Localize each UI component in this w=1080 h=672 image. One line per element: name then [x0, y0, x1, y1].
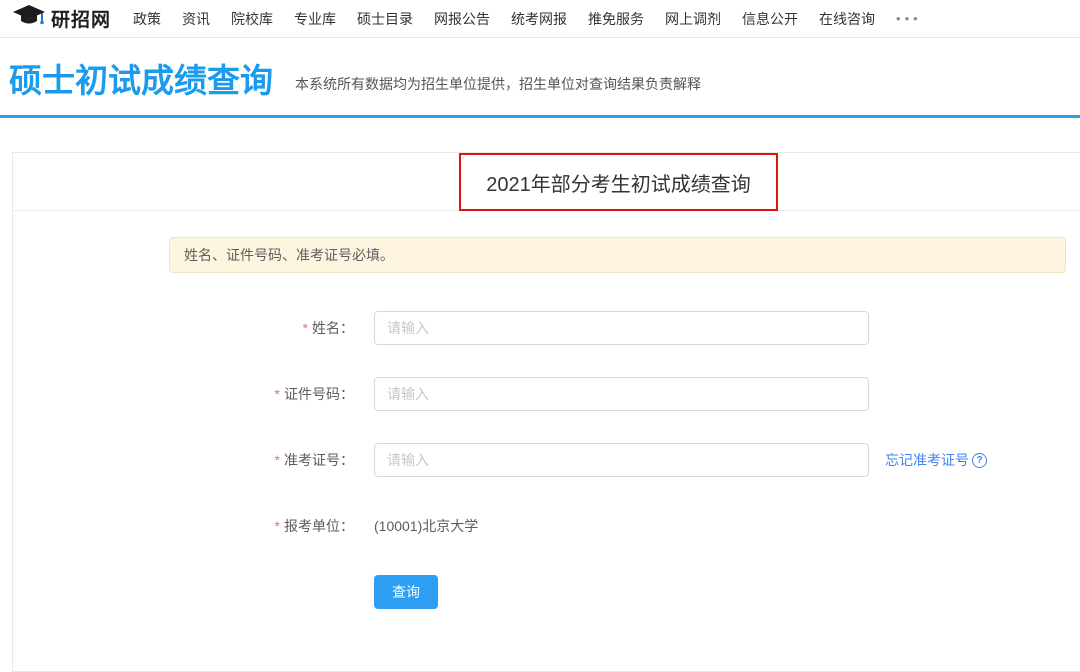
- query-form: * 姓名： * 证件号码： * 准考证号： 忘记准考证号 ?: [13, 311, 1080, 609]
- form-row-target-unit: * 报考单位： (10001)北京大学: [13, 509, 1080, 543]
- page-subtitle: 本系统所有数据均为招生单位提供，招生单位对查询结果负责解释: [295, 74, 701, 99]
- page-title: 硕士初试成绩查询: [9, 64, 273, 99]
- admission-ticket-label: * 准考证号：: [13, 450, 354, 470]
- card-title: 2021年部分考生初试成绩查询: [486, 168, 751, 197]
- admission-ticket-input[interactable]: [374, 443, 869, 477]
- nav-more-button[interactable]: •••: [896, 11, 922, 26]
- nav-item-college-library[interactable]: 院校库: [231, 9, 273, 29]
- card-title-red-annotation: 2021年部分考生初试成绩查询: [459, 153, 778, 211]
- site-logo[interactable]: 研招网: [12, 4, 111, 33]
- page-header: 硕士初试成绩查询 本系统所有数据均为招生单位提供，招生单位对查询结果负责解释: [9, 64, 1080, 99]
- target-unit-label: * 报考单位：: [13, 516, 354, 536]
- card-header: 2021年部分考生初试成绩查询: [13, 153, 1080, 211]
- nav-item-exempt-service[interactable]: 推免服务: [588, 9, 644, 29]
- required-marker: *: [275, 518, 280, 534]
- nav-menu: 政策 资讯 院校库 专业库 硕士目录 网报公告 统考网报 推免服务 网上调剂 信…: [133, 9, 922, 29]
- target-unit-value: (10001)北京大学: [374, 516, 478, 536]
- nav-item-major-library[interactable]: 专业库: [294, 9, 336, 29]
- name-input[interactable]: [374, 311, 869, 345]
- nav-item-policy[interactable]: 政策: [133, 9, 161, 29]
- form-row-name: * 姓名：: [13, 311, 1080, 345]
- query-button[interactable]: 查询: [374, 575, 438, 609]
- required-marker: *: [303, 320, 308, 336]
- nav-item-master-catalog[interactable]: 硕士目录: [357, 9, 413, 29]
- top-nav: 研招网 政策 资讯 院校库 专业库 硕士目录 网报公告 统考网报 推免服务 网上…: [0, 0, 1080, 38]
- site-name: 研招网: [51, 5, 111, 32]
- blue-divider: [0, 115, 1080, 118]
- form-row-admission-ticket: * 准考证号： 忘记准考证号 ?: [13, 443, 1080, 477]
- nav-item-online-report-notice[interactable]: 网报公告: [434, 9, 490, 29]
- nav-item-online-consult[interactable]: 在线咨询: [819, 9, 875, 29]
- nav-item-online-adjustment[interactable]: 网上调剂: [665, 9, 721, 29]
- name-label: * 姓名：: [13, 318, 354, 338]
- graduation-cap-icon: [12, 4, 46, 33]
- required-marker: *: [275, 386, 280, 402]
- nav-item-unified-exam-report[interactable]: 统考网报: [511, 9, 567, 29]
- required-fields-notice: 姓名、证件号码、准考证号必填。: [169, 237, 1066, 273]
- nav-item-info-disclosure[interactable]: 信息公开: [742, 9, 798, 29]
- form-row-id-number: * 证件号码：: [13, 377, 1080, 411]
- question-circle-icon: ?: [972, 453, 987, 468]
- required-marker: *: [275, 452, 280, 468]
- id-number-input[interactable]: [374, 377, 869, 411]
- form-row-submit: 查询: [13, 575, 1080, 609]
- nav-item-news[interactable]: 资讯: [182, 9, 210, 29]
- query-card: 2021年部分考生初试成绩查询 姓名、证件号码、准考证号必填。 * 姓名： * …: [12, 152, 1080, 672]
- forgot-admission-ticket-link[interactable]: 忘记准考证号 ?: [885, 450, 987, 470]
- id-number-label: * 证件号码：: [13, 384, 354, 404]
